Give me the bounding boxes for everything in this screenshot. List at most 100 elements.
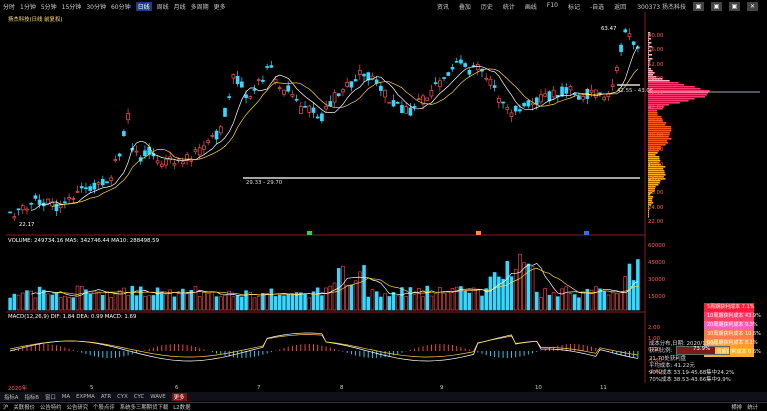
volume-bar xyxy=(395,295,400,311)
volume-bar xyxy=(37,286,42,311)
indicator-tab-8[interactable]: WAVE xyxy=(150,394,165,400)
volume-bar xyxy=(623,276,628,311)
period-tab-9[interactable]: 多周期 xyxy=(191,2,209,11)
tool-button-8[interactable]: 返回 xyxy=(614,2,626,11)
tool-button-4[interactable]: 画线 xyxy=(525,2,537,11)
candle xyxy=(105,181,109,184)
candle xyxy=(404,106,408,114)
window-control-3[interactable]: ✕ xyxy=(747,1,758,11)
volume-bar xyxy=(328,285,333,311)
period-tab-10[interactable]: 更多 xyxy=(214,2,226,11)
indicator-tab-6[interactable]: CYX xyxy=(117,394,128,400)
volume-bar xyxy=(210,291,215,311)
window-control-0[interactable]: ▣ xyxy=(693,1,704,11)
candle xyxy=(459,59,463,64)
candle xyxy=(357,70,362,75)
legend-item-0: 5周期获利成本 7.1% xyxy=(704,303,754,312)
indicator-tab-5[interactable]: ATR xyxy=(101,394,111,400)
status-link-3[interactable]: 公告研究 xyxy=(67,403,89,411)
legend-item-2: 20周期获利成本 9.3% xyxy=(704,321,758,330)
status-link-0[interactable]: 沪 xyxy=(3,403,8,411)
indicator-tab-2[interactable]: 窗口 xyxy=(45,393,56,401)
period-tab-5[interactable]: 60分钟 xyxy=(111,2,131,11)
period-tab-2[interactable]: 5分钟 xyxy=(41,2,57,11)
period-tab-7[interactable]: 周线 xyxy=(157,2,169,11)
candle xyxy=(277,87,282,90)
volume-bar xyxy=(345,284,349,311)
volume-bar xyxy=(602,291,606,311)
volume-bar xyxy=(606,294,611,311)
volume-bar xyxy=(379,296,383,311)
candle xyxy=(231,74,236,79)
period-tab-8[interactable]: 月线 xyxy=(174,2,186,11)
tool-button-5[interactable]: F10 xyxy=(547,2,558,11)
candle xyxy=(463,63,467,67)
candle xyxy=(290,93,295,97)
volume-bar xyxy=(446,290,451,311)
volume-bar xyxy=(387,296,392,311)
volume-bar xyxy=(20,292,25,311)
volume-bar xyxy=(307,297,312,311)
window-control-1[interactable]: ▣ xyxy=(711,1,722,11)
volume-bar xyxy=(134,295,139,311)
candle xyxy=(471,65,476,67)
price-tick: 45.00 xyxy=(648,90,664,97)
pager-button-0[interactable]: 横排 xyxy=(731,403,742,411)
volume-bar xyxy=(497,276,501,311)
candle xyxy=(433,82,438,85)
volume-bar xyxy=(67,296,71,311)
candle xyxy=(400,105,404,114)
indicator-tab-0[interactable]: 指标A xyxy=(4,393,18,401)
tool-button-1[interactable]: 叠加 xyxy=(459,2,471,11)
period-tab-3[interactable]: 15分钟 xyxy=(62,2,82,11)
volume-bar xyxy=(362,265,366,311)
volume-bar xyxy=(96,291,101,311)
indicator-tab-1[interactable]: 指标B xyxy=(24,393,38,401)
candle xyxy=(379,85,383,91)
tool-button-2[interactable]: 历史 xyxy=(481,2,493,11)
volume-bar xyxy=(421,296,425,311)
indicator-tab-9[interactable]: 更多 xyxy=(171,392,187,401)
price-tick: 36.00 xyxy=(648,133,664,140)
candle xyxy=(311,107,316,113)
volume-bar xyxy=(488,276,493,311)
window-control-2[interactable]: ▣ xyxy=(729,1,740,11)
status-link-6[interactable]: L2数据 xyxy=(173,403,190,411)
tool-button-6[interactable]: 标记 xyxy=(568,2,580,11)
candle xyxy=(454,60,459,63)
tool-button-0[interactable]: 资讯 xyxy=(437,2,449,11)
price-tick: 30.00 xyxy=(648,161,664,168)
period-tab-6[interactable]: 日线 xyxy=(135,1,152,11)
status-link-5[interactable]: 系统多三期期货下载 xyxy=(120,403,169,411)
high-label: 63.47 xyxy=(601,26,617,32)
period-tab-0[interactable]: 分时 xyxy=(3,2,15,11)
candle xyxy=(332,92,337,103)
period-tab-4[interactable]: 30分钟 xyxy=(86,2,106,11)
candle xyxy=(522,103,526,107)
candle xyxy=(631,41,636,45)
candle xyxy=(202,145,206,150)
candle xyxy=(181,161,185,165)
volume-bar xyxy=(214,296,219,311)
candle xyxy=(75,191,80,193)
status-link-4[interactable]: 个股点评 xyxy=(93,403,115,411)
pager-button-1[interactable]: 统计 xyxy=(747,403,758,411)
volume-bar xyxy=(206,293,210,311)
tool-button-7[interactable]: -自选 xyxy=(590,2,604,11)
volume-bar xyxy=(122,287,126,311)
indicator-tab-3[interactable]: MA xyxy=(62,394,70,400)
status-link-2[interactable]: 公告特约 xyxy=(40,403,62,411)
indicator-tab-7[interactable]: CYC xyxy=(134,394,144,400)
event-marker xyxy=(476,231,481,235)
period-tab-1[interactable]: 1分钟 xyxy=(20,2,36,11)
volume-bar xyxy=(231,296,236,311)
volume-header: VOLUME: 249734.16 MA5: 342746.44 MA10: 2… xyxy=(8,238,160,244)
volume-bar xyxy=(109,297,114,311)
status-link-1[interactable]: 关联报价 xyxy=(13,403,35,411)
volume-bar xyxy=(383,293,387,311)
tool-button-3[interactable]: 统计 xyxy=(503,2,515,11)
legend-item-3: 30周期获利成本 10.6% xyxy=(704,330,761,339)
candle xyxy=(568,86,573,91)
indicator-tab-4[interactable]: EXPMA xyxy=(76,394,95,400)
volume-bar xyxy=(282,295,286,311)
